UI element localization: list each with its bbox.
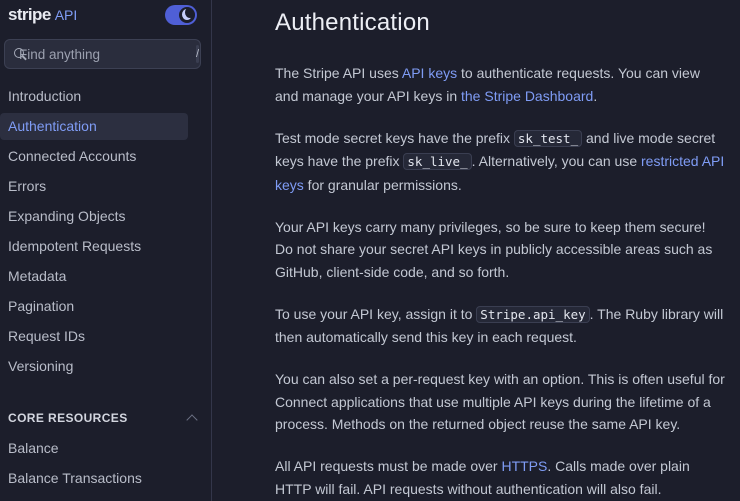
paragraph-security: Your API keys carry many privileges, so …	[275, 218, 713, 280]
paragraph-api-keys: The Stripe API uses API keys to authenti…	[275, 62, 725, 107]
sidebar-item-pagination[interactable]: Pagination	[0, 293, 188, 320]
sidebar-section-nav: Balance Balance Transactions	[0, 435, 211, 495]
https-link[interactable]: HTTPS	[501, 458, 547, 474]
sidebar-section-core-resources[interactable]: CORE RESOURCES	[8, 409, 202, 427]
sidebar: stripe API / Introduction Authentication…	[0, 0, 212, 501]
text: for granular permissions.	[303, 176, 462, 193]
paragraph-https: All API requests must be made over HTTPS…	[275, 455, 725, 500]
code-stripe-api-key: Stripe.api_key	[476, 305, 590, 323]
sidebar-item-versioning[interactable]: Versioning	[0, 353, 188, 380]
text: All API requests must be made over	[275, 458, 502, 474]
moon-icon	[179, 7, 195, 23]
brand[interactable]: stripe API	[8, 5, 77, 29]
search-input[interactable]	[19, 46, 196, 62]
search-shortcut-key: /	[196, 45, 200, 63]
sidebar-item-request-ids[interactable]: Request IDs	[0, 323, 188, 350]
sidebar-item-metadata[interactable]: Metadata	[0, 263, 188, 290]
paragraph-key-prefixes: Test mode secret keys have the prefix sk…	[275, 127, 725, 197]
search-box[interactable]: /	[4, 39, 201, 69]
chevron-up-icon[interactable]	[186, 414, 198, 426]
text: .	[593, 87, 598, 104]
sidebar-section-title: CORE RESOURCES	[8, 411, 128, 425]
paragraph-per-request: You can also set a per-request key with …	[275, 371, 725, 432]
stripe-dashboard-link[interactable]: the Stripe Dashboard	[461, 88, 593, 104]
sidebar-item-errors[interactable]: Errors	[0, 173, 188, 200]
sidebar-item-authentication[interactable]: Authentication	[0, 113, 188, 140]
sidebar-item-connected-accounts[interactable]: Connected Accounts	[0, 143, 188, 170]
sidebar-nav: Introduction Authentication Connected Ac…	[0, 83, 211, 383]
main-content: Authentication The Stripe API uses API k…	[212, 0, 740, 501]
code-sk-live: sk_live_	[403, 153, 472, 170]
text: Test mode secret keys have the prefix	[275, 129, 514, 146]
brand-api-label: API	[54, 7, 78, 23]
sidebar-item-balance-transactions[interactable]: Balance Transactions	[0, 465, 188, 492]
text: The Stripe API uses	[275, 65, 402, 81]
paragraph-usage: To use your API key, assign it to Stripe…	[275, 303, 725, 349]
page-title: Authentication	[275, 9, 430, 36]
api-keys-link[interactable]: API keys	[402, 65, 457, 81]
text: To use your API key, assign it to	[275, 305, 477, 322]
sidebar-item-introduction[interactable]: Introduction	[0, 83, 188, 110]
theme-toggle[interactable]	[165, 5, 197, 25]
sidebar-item-expanding-objects[interactable]: Expanding Objects	[0, 203, 188, 230]
code-sk-test: sk_test_	[513, 129, 583, 147]
stripe-logo[interactable]: stripe	[8, 5, 51, 25]
sidebar-item-balance[interactable]: Balance	[0, 435, 188, 462]
text: . Alternatively, you can use	[471, 153, 642, 169]
sidebar-item-idempotent-requests[interactable]: Idempotent Requests	[0, 233, 188, 260]
article-body: The Stripe API uses API keys to authenti…	[275, 62, 725, 501]
